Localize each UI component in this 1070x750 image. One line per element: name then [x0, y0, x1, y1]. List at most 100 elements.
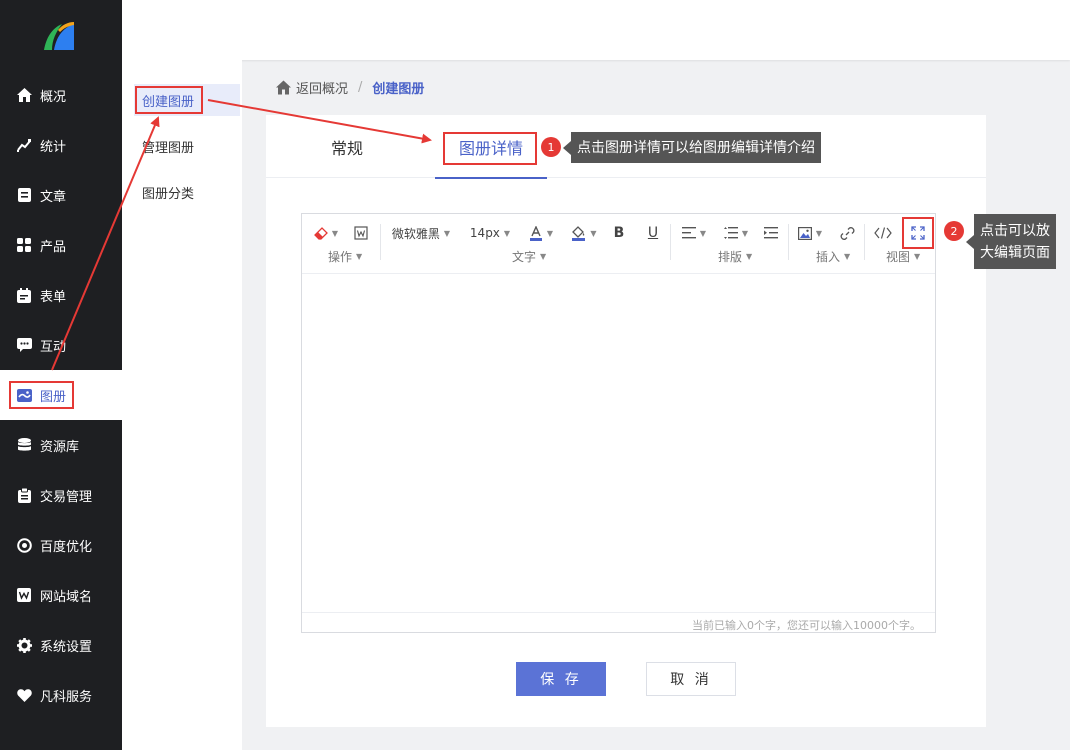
main-sidebar: 概况 统计 文章 产品 表单 互动 图册 资源库 交易管理 百度优化 网站域名 …	[0, 0, 122, 750]
highlight-box	[443, 132, 537, 165]
highlight-box	[135, 86, 203, 114]
editor-word-count: 当前已输入0个字，您还可以输入10000个字。	[302, 612, 935, 633]
nav-label: 网站域名	[40, 589, 93, 605]
breadcrumb-back-link[interactable]: 返回概况	[296, 78, 348, 97]
breadcrumb: 返回概况 / 创建图册	[276, 78, 424, 97]
word-icon	[354, 226, 368, 240]
toolbar-group-label: 插入	[816, 250, 841, 264]
nav-label: 概况	[40, 89, 67, 105]
nav-item-domain[interactable]: 网站域名	[0, 570, 122, 620]
toolbar-group-text[interactable]: 文字 ▼	[512, 248, 546, 265]
source-code-button[interactable]	[870, 222, 896, 244]
toolbar-group-label: 视图	[886, 250, 911, 264]
submenu-item-manage-album[interactable]: 管理图册	[134, 130, 240, 162]
save-button[interactable]: 保 存	[516, 662, 606, 696]
font-color-button[interactable]: ▼	[524, 222, 558, 244]
calendar-icon	[16, 287, 32, 303]
font-family-select[interactable]: 微软雅黑 ▼	[388, 222, 454, 244]
submenu-item-create-album[interactable]: 创建图册	[134, 84, 240, 116]
eraser-button[interactable]: ▼	[310, 222, 342, 244]
tooltip-line: 大编辑页面	[980, 244, 1050, 261]
indent-button[interactable]	[760, 222, 782, 244]
content-card: 常规 图册详情 ▼ 操作 ▼ 微软雅黑 ▼ 14px ▼ ▼ ▼ B U 文字 …	[266, 115, 986, 727]
line-height-icon	[723, 227, 738, 239]
align-button[interactable]: ▼	[678, 222, 710, 244]
nav-item-interaction[interactable]: 互动	[0, 320, 122, 370]
chat-icon	[16, 337, 32, 353]
toolbar-group-insert[interactable]: 插入 ▼	[816, 248, 850, 265]
nav-item-seo[interactable]: 百度优化	[0, 520, 122, 570]
font-size-value: 14px	[469, 226, 500, 240]
eraser-icon	[314, 227, 328, 240]
breadcrumb-current: 创建图册	[372, 82, 425, 97]
gear-icon	[16, 637, 32, 653]
image-icon	[797, 226, 812, 240]
underline-button[interactable]: U	[642, 222, 664, 244]
nav-label: 交易管理	[40, 489, 93, 505]
toolbar-divider	[380, 224, 381, 260]
nav-label: 统计	[40, 139, 67, 155]
toolbar-divider	[864, 224, 865, 260]
bold-button[interactable]: B	[608, 222, 630, 244]
breadcrumb-separator: /	[358, 80, 363, 95]
home-icon	[276, 80, 291, 95]
nav-item-statistics[interactable]: 统计	[0, 120, 122, 170]
nav-label: 互动	[40, 339, 67, 355]
grid-icon	[16, 237, 32, 253]
tab-album-details[interactable]: 图册详情	[435, 115, 547, 179]
highlight-box	[9, 381, 74, 409]
nav-label: 凡科服务	[40, 689, 93, 705]
code-icon	[874, 227, 892, 239]
nav-label: 表单	[40, 289, 67, 305]
font-size-select[interactable]: 14px ▼	[462, 222, 518, 244]
top-header	[122, 0, 1070, 60]
paint-bucket-icon	[572, 225, 586, 241]
nav-item-album[interactable]: 图册	[0, 370, 122, 420]
nav-item-trade[interactable]: 交易管理	[0, 470, 122, 520]
nav-item-service[interactable]: 凡科服务	[0, 670, 122, 720]
cancel-button[interactable]: 取 消	[646, 662, 736, 696]
link-icon	[840, 226, 854, 240]
annotation-badge-1: 1	[541, 137, 561, 157]
toolbar-group-label: 排版	[718, 250, 743, 264]
toolbar-group-operation[interactable]: 操作 ▼	[328, 248, 362, 265]
font-color-icon	[529, 225, 542, 241]
nav-item-articles[interactable]: 文章	[0, 170, 122, 220]
nav-item-settings[interactable]: 系统设置	[0, 620, 122, 670]
chart-icon	[16, 137, 32, 153]
submenu-label: 图册分类	[142, 186, 195, 202]
toolbar-group-label: 操作	[328, 250, 353, 264]
article-icon	[16, 187, 32, 203]
background-color-button[interactable]: ▼	[566, 222, 602, 244]
submenu-item-album-category[interactable]: 图册分类	[134, 176, 240, 208]
toolbar-group-label: 文字	[512, 250, 537, 264]
rich-text-editor: ▼ 操作 ▼ 微软雅黑 ▼ 14px ▼ ▼ ▼ B U 文字 ▼ ▼ ▼ 排版…	[301, 213, 936, 633]
target-icon	[16, 537, 32, 553]
submenu-label: 管理图册	[142, 140, 195, 156]
insert-link-button[interactable]	[836, 222, 858, 244]
nav-item-products[interactable]: 产品	[0, 220, 122, 270]
annotation-tooltip-2: 点击可以放 大编辑页面	[966, 214, 1056, 269]
line-height-button[interactable]: ▼	[720, 222, 752, 244]
editor-toolbar: ▼ 操作 ▼ 微软雅黑 ▼ 14px ▼ ▼ ▼ B U 文字 ▼ ▼ ▼ 排版…	[302, 214, 935, 274]
align-left-icon	[681, 227, 696, 239]
home-icon	[16, 87, 32, 103]
tooltip-line: 点击可以放	[980, 222, 1050, 239]
insert-image-button[interactable]: ▼	[794, 222, 826, 244]
nav-label: 产品	[40, 239, 67, 255]
nav-item-forms[interactable]: 表单	[0, 270, 122, 320]
toolbar-group-view[interactable]: 视图 ▼	[886, 248, 920, 265]
web-icon	[16, 587, 32, 603]
toolbar-group-layout[interactable]: 排版 ▼	[718, 248, 752, 265]
toolbar-divider	[670, 224, 671, 260]
logo-icon	[44, 22, 74, 50]
database-icon	[16, 437, 32, 453]
nav-item-resources[interactable]: 资源库	[0, 420, 122, 470]
album-submenu: 创建图册 管理图册 图册分类	[122, 0, 242, 750]
tab-general[interactable]: 常规	[312, 115, 382, 178]
editor-content-area[interactable]	[302, 274, 935, 612]
nav-item-overview[interactable]: 概况	[0, 70, 122, 120]
font-family-value: 微软雅黑	[391, 226, 440, 241]
annotation-tooltip-1: 点击图册详情可以给图册编辑详情介绍	[563, 132, 821, 163]
word-import-button[interactable]	[350, 222, 372, 244]
